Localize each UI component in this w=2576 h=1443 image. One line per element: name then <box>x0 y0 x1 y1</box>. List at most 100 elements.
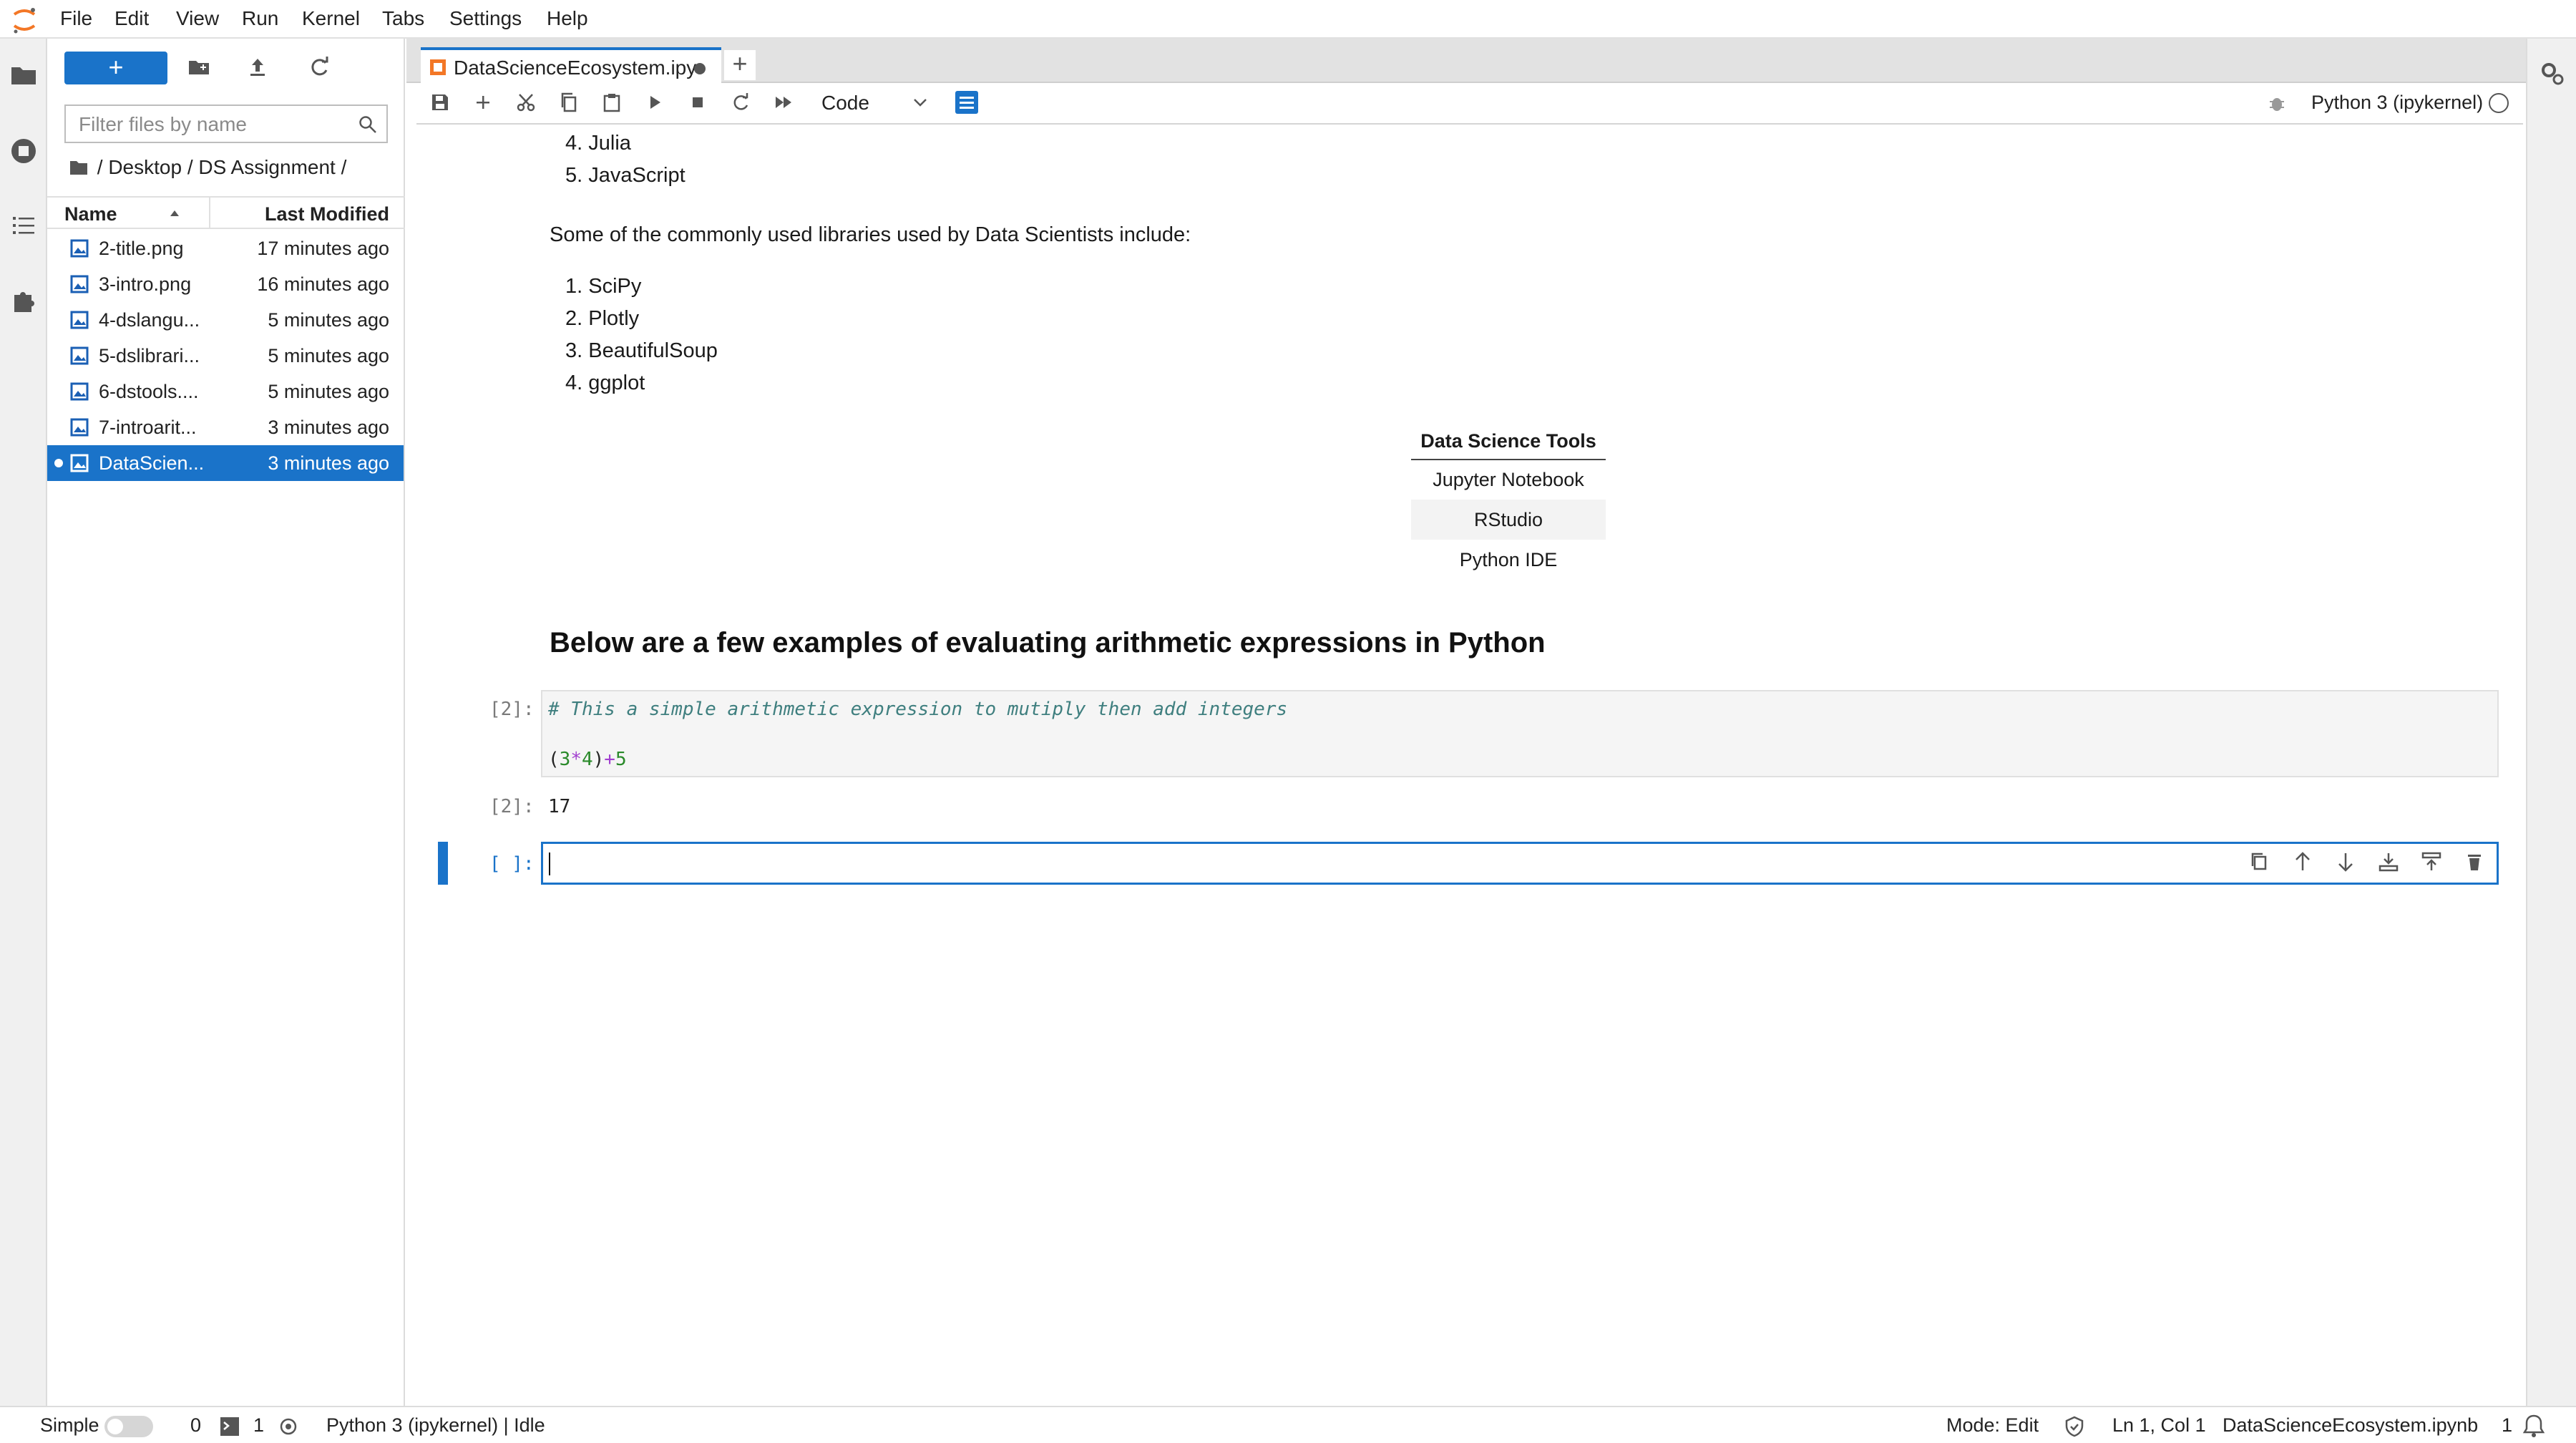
insert-cell-above-icon[interactable] <box>2377 850 2400 873</box>
menu-help[interactable]: Help <box>547 7 588 30</box>
menu-run[interactable]: Run <box>242 7 278 30</box>
code-operator: * <box>570 749 582 770</box>
table-of-contents-toggle-icon[interactable] <box>955 90 979 115</box>
menu-tabs[interactable]: Tabs <box>382 7 424 30</box>
notebook-file-icon <box>70 454 89 472</box>
folder-icon <box>70 161 87 175</box>
menu-edit[interactable]: Edit <box>114 7 149 30</box>
empty-cell-prompt: [ ]: <box>489 853 535 875</box>
notification-count[interactable]: 1 <box>2502 1414 2512 1437</box>
menu-file[interactable]: File <box>60 7 92 30</box>
status-bar: Simple 0 1 Python 3 (ipykernel) | Idle M… <box>0 1406 2576 1443</box>
data-science-tools-table: Data Science Tools Jupyter Notebook RStu… <box>1411 424 1606 580</box>
menu-settings[interactable]: Settings <box>449 7 522 30</box>
active-code-cell-input[interactable] <box>541 842 2499 885</box>
insert-cell-icon[interactable] <box>472 92 494 113</box>
code-paren: ) <box>592 749 605 770</box>
breadcrumb[interactable]: / Desktop / DS Assignment / <box>69 156 346 179</box>
table-cell: RStudio <box>1411 500 1606 540</box>
refresh-icon[interactable] <box>306 54 332 80</box>
list-item: 2. Plotly <box>565 307 640 330</box>
file-row[interactable]: 2-title.png 17 minutes ago <box>47 230 404 266</box>
column-name-header[interactable]: Name <box>64 203 117 225</box>
move-cell-down-icon[interactable] <box>2334 850 2357 873</box>
code-comment: # This a simple arithmetic expression to… <box>548 699 1288 720</box>
kernel-count[interactable]: 0 <box>190 1414 201 1437</box>
chevron-down-icon <box>914 99 927 107</box>
paste-icon[interactable] <box>601 92 623 113</box>
cut-icon[interactable] <box>515 92 537 113</box>
kernel-status-text[interactable]: Python 3 (ipykernel) | Idle <box>326 1414 545 1437</box>
terminal-icon <box>220 1417 239 1436</box>
column-modified-header[interactable]: Last Modified <box>265 203 389 225</box>
running-indicator-dot <box>54 459 63 467</box>
toggle-knob <box>107 1419 123 1434</box>
table-cell: Jupyter Notebook <box>1433 469 1584 490</box>
cursor-position[interactable]: Ln 1, Col 1 <box>2112 1414 2206 1437</box>
markdown-heading: Below are a few examples of evaluating a… <box>550 627 1546 659</box>
upload-icon[interactable] <box>245 54 270 80</box>
menu-bar: File Edit View Run Kernel Tabs Settings … <box>0 0 2576 39</box>
table-header: Data Science Tools <box>1411 424 1606 460</box>
image-file-icon <box>70 382 89 401</box>
duplicate-cell-icon[interactable] <box>2248 850 2271 873</box>
editor-mode[interactable]: Mode: Edit <box>1946 1414 2039 1437</box>
file-name: 3-intro.png <box>99 273 192 295</box>
cell-type-dropdown[interactable]: Code <box>821 89 933 117</box>
code-operator: + <box>604 749 615 770</box>
code-expression: (3*4)+5 <box>548 749 627 770</box>
move-cell-up-icon[interactable] <box>2291 850 2314 873</box>
file-row[interactable]: 5-dslibrari... 5 minutes ago <box>47 338 404 374</box>
breadcrumb-path[interactable]: / Desktop / DS Assignment / <box>97 156 347 178</box>
file-row[interactable]: 3-intro.png 16 minutes ago <box>47 266 404 302</box>
new-folder-icon[interactable] <box>186 54 212 80</box>
file-filter-field[interactable] <box>64 105 388 143</box>
stop-icon[interactable] <box>687 92 708 113</box>
copy-icon[interactable] <box>558 92 580 113</box>
unsaved-dot-icon[interactable] <box>694 63 706 74</box>
kernel-sessions-gear-icon[interactable] <box>278 1416 299 1437</box>
code-number: 5 <box>615 749 627 770</box>
image-file-icon <box>70 275 89 293</box>
code-cell-input[interactable]: # This a simple arithmetic expression to… <box>541 690 2499 777</box>
file-row[interactable]: 7-introarit... 3 minutes ago <box>47 409 404 445</box>
list-item: 1. SciPy <box>565 275 642 298</box>
menu-view[interactable]: View <box>176 7 219 30</box>
simple-mode-toggle[interactable] <box>104 1416 153 1437</box>
delete-cell-icon[interactable] <box>2463 850 2486 873</box>
file-modified: 5 minutes ago <box>268 309 389 331</box>
save-icon[interactable] <box>429 92 451 113</box>
column-divider <box>209 198 210 229</box>
tab-title: DataScienceEcosystem.ipy <box>454 57 697 79</box>
file-row[interactable]: 4-dslangu... 5 minutes ago <box>47 302 404 338</box>
property-inspector-gears-icon[interactable] <box>2539 60 2566 87</box>
tab-notebook[interactable]: DataScienceEcosystem.ipy <box>421 47 721 84</box>
new-launcher-button[interactable]: + <box>64 52 167 84</box>
file-name: 7-introarit... <box>99 417 197 438</box>
trusted-shield-icon <box>2065 1416 2084 1437</box>
extensions-puzzle-icon[interactable] <box>9 285 39 315</box>
activity-bar <box>0 39 47 1406</box>
code-number: 3 <box>559 749 571 770</box>
running-kernels-icon[interactable] <box>9 136 39 166</box>
file-modified: 17 minutes ago <box>257 238 389 259</box>
file-filter-input[interactable] <box>77 112 349 137</box>
insert-cell-below-icon[interactable] <box>2420 850 2443 873</box>
folder-icon[interactable] <box>9 60 39 90</box>
file-name: 4-dslangu... <box>99 309 200 331</box>
kernel-name[interactable]: Python 3 (ipykernel) <box>2311 92 2483 114</box>
output-prompt: [2]: <box>489 796 535 817</box>
file-modified: 5 minutes ago <box>268 345 389 366</box>
run-icon[interactable] <box>644 92 665 113</box>
run-all-fast-forward-icon[interactable] <box>773 92 794 113</box>
table-of-contents-icon[interactable] <box>9 210 39 240</box>
file-row-selected[interactable]: DataScien... 3 minutes ago <box>47 445 404 481</box>
terminal-count[interactable]: 1 <box>253 1414 264 1437</box>
file-row[interactable]: 6-dstools.... 5 minutes ago <box>47 374 404 409</box>
text-cursor <box>549 852 550 875</box>
debugger-bug-icon[interactable] <box>2267 93 2287 113</box>
menu-kernel[interactable]: Kernel <box>302 7 360 30</box>
restart-icon[interactable] <box>730 92 751 113</box>
new-tab-button[interactable]: + <box>724 50 756 80</box>
bell-icon[interactable] <box>2522 1413 2546 1439</box>
